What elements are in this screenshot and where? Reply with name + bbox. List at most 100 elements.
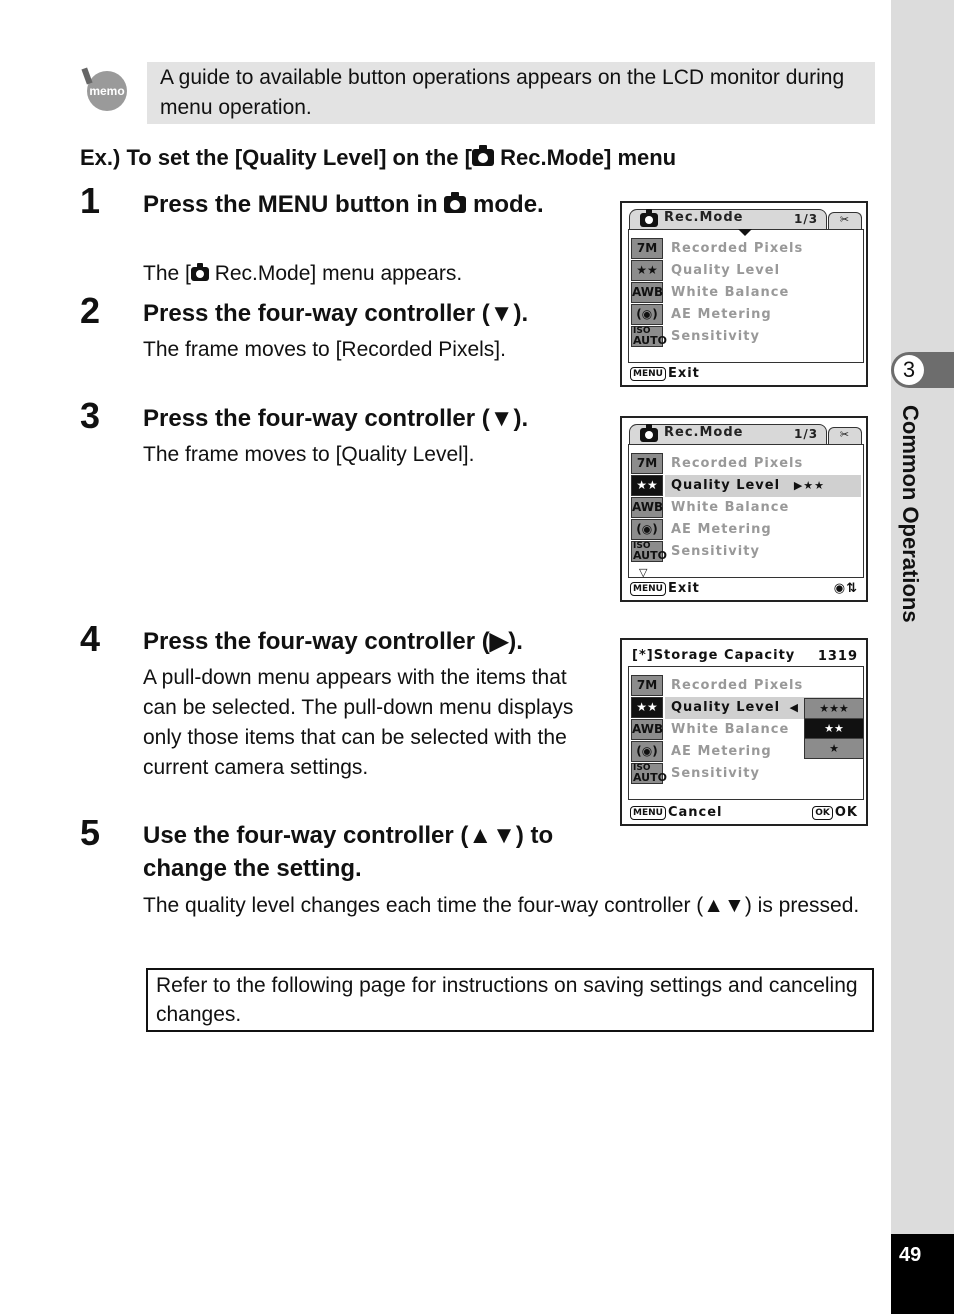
step-number: 5	[80, 812, 101, 853]
step-title-pre: Press the MENU button in	[143, 191, 445, 218]
pulldown-option[interactable]: ★★★	[805, 699, 863, 719]
auto-label: AUTO	[633, 771, 667, 784]
camera-icon	[640, 424, 658, 442]
menu-item-white-balance[interactable]: White Balance	[665, 282, 861, 304]
menu-panel: 7M ★★ AWB (◉) ISO AUTO Recorded Pixels Qu…	[628, 229, 864, 363]
example-title-post: Rec.Mode] menu	[493, 145, 677, 170]
chapter-title: Common Operations	[898, 405, 923, 623]
tab-title: Rec.Mode	[664, 210, 744, 225]
ae-metering-icon: (◉)	[631, 519, 663, 540]
quality-level-icon: ★★	[631, 475, 663, 496]
menu-item-white-balance[interactable]: White Balance	[665, 497, 861, 519]
footer-cancel: MENU Cancel	[630, 805, 723, 820]
page-indicator: 1/3	[794, 212, 819, 226]
menu-icon-column: 7M ★★ AWB (◉) ISO AUTO	[631, 238, 667, 348]
recorded-pixels-icon: 7M	[631, 238, 663, 259]
menu-icon-column: 7M ★★ AWB (◉) ISO AUTO	[631, 675, 667, 785]
tab-title: Rec.Mode	[664, 425, 744, 440]
menu-list: Recorded Pixels Quality Level White Bala…	[665, 238, 861, 348]
footer-exit: MENU Exit	[630, 366, 700, 381]
step-title-post: mode.	[466, 191, 544, 218]
white-balance-icon: AWB	[631, 719, 663, 740]
setup-tab-icon: ✂	[828, 427, 862, 445]
menu-item-recorded-pixels[interactable]: Recorded Pixels	[665, 453, 861, 475]
chapter-sidebar	[891, 0, 954, 1314]
quality-level-icon: ★★	[631, 260, 663, 281]
step-desc: A pull-down menu appears with the items …	[143, 666, 574, 779]
lcd-screen-rec-mode: Rec.Mode 1/3 ✂ 7M ★★ AWB (◉) ISO AUTO Rec…	[620, 201, 868, 387]
menu-icon-column: 7M ★★ AWB (◉) ISO AUTO	[631, 453, 667, 563]
storage-label: Storage Capacity	[653, 648, 796, 663]
memo-text: A guide to available button operations a…	[160, 66, 845, 119]
scroll-down-icon: ▽	[639, 566, 649, 579]
sensitivity-icon: ISO AUTO	[631, 326, 667, 347]
step-title: Use the four-way controller (▲▼) to chan…	[143, 822, 554, 882]
storage-header: [*]Storage Capacity	[632, 648, 795, 663]
footer-ok: OK OK	[812, 805, 858, 820]
sensitivity-icon: ISO AUTO	[631, 763, 667, 784]
step-desc: The frame moves to [Quality Level].	[143, 443, 475, 466]
down-arrow-icon	[738, 229, 752, 236]
menu-key-icon: MENU	[630, 582, 666, 596]
ae-metering-icon: (◉)	[631, 741, 663, 762]
pulldown-option[interactable]: ★	[805, 739, 863, 758]
lcd-screen-quality-selected: Rec.Mode 1/3 ✂ 7M ★★ AWB (◉) ISO AUTO Rec…	[620, 416, 868, 602]
footer-exit: MENU Exit	[630, 581, 700, 596]
step-desc: The [ Rec.Mode] menu appears.	[143, 259, 462, 289]
camera-icon	[190, 263, 209, 281]
quality-level-icon: ★★	[631, 697, 663, 718]
menu-item-ae-metering[interactable]: AE Metering	[665, 304, 861, 326]
step-desc-pre: The [	[143, 262, 191, 285]
memory-card-icon: [*]	[632, 648, 654, 663]
menu-item-quality-level[interactable]: Quality Level	[665, 260, 861, 282]
ok-updown-icon: ◉⇅	[833, 581, 858, 596]
lcd-screen-pulldown: [*]Storage Capacity 1319 7M ★★ AWB (◉) I…	[620, 638, 868, 826]
auto-label: AUTO	[633, 334, 667, 347]
pulldown-option-selected[interactable]: ★★	[805, 719, 863, 739]
footer-label: Exit	[667, 366, 700, 381]
ok-key-icon: OK	[812, 806, 833, 820]
menu-panel: 7M ★★ AWB (◉) ISO AUTO Recorded Pixels Qu…	[628, 444, 864, 578]
auto-label: AUTO	[633, 549, 667, 562]
step-number: 2	[80, 290, 101, 331]
step-desc: The quality level changes each time the …	[143, 894, 860, 917]
menu-item-recorded-pixels[interactable]: Recorded Pixels	[665, 675, 861, 697]
ok-label: OK	[834, 805, 858, 820]
menu-item-sensitivity[interactable]: Sensitivity	[665, 763, 861, 785]
ae-metering-icon: (◉)	[631, 304, 663, 325]
step-title: Press the four-way controller (▼).	[143, 405, 529, 432]
reference-note: Refer to the following page for instruct…	[156, 974, 858, 1026]
setup-tab-icon: ✂	[828, 212, 862, 230]
white-balance-icon: AWB	[631, 497, 663, 518]
quality-pulldown: ★★★ ★★ ★	[804, 698, 864, 759]
camera-icon	[471, 145, 494, 166]
menu-item-recorded-pixels[interactable]: Recorded Pixels	[665, 238, 861, 260]
footer-label: Cancel	[667, 805, 723, 820]
menu-item-ae-metering[interactable]: AE Metering	[665, 519, 861, 541]
menu-item-sensitivity[interactable]: Sensitivity	[665, 326, 861, 348]
storage-capacity: 1319	[817, 649, 858, 664]
example-title-pre: Ex.) To set the [Quality Level] on the [	[80, 145, 472, 170]
step-title: Press the four-way controller (▶).	[143, 628, 523, 655]
left-arrow-icon: ◀	[789, 701, 799, 714]
page-indicator: 1/3	[794, 427, 819, 441]
step-desc: The frame moves to [Recorded Pixels].	[143, 338, 506, 361]
white-balance-icon: AWB	[631, 282, 663, 303]
sensitivity-icon: ISO AUTO	[631, 541, 667, 562]
quality-value: ▶★★	[793, 479, 825, 492]
camera-icon	[640, 209, 658, 227]
menu-list: Recorded Pixels Quality Level ▶★★ White B…	[665, 453, 861, 563]
menu-key-icon: MENU	[630, 806, 666, 820]
step-number: 4	[80, 618, 101, 659]
recorded-pixels-icon: 7M	[631, 453, 663, 474]
menu-key-icon: MENU	[630, 367, 666, 381]
step-number: 1	[80, 180, 101, 221]
step-title: Press the MENU button in mode.	[143, 188, 563, 221]
step-number: 3	[80, 395, 101, 436]
chapter-number: 3	[894, 355, 924, 385]
menu-item-quality-level[interactable]: Quality Level ▶★★	[665, 475, 861, 497]
step-desc-post: Rec.Mode] menu appears.	[208, 262, 463, 285]
menu-item-sensitivity[interactable]: Sensitivity	[665, 541, 861, 563]
menu-item-label: Quality Level	[671, 700, 781, 715]
memo-icon: memo	[81, 67, 127, 111]
